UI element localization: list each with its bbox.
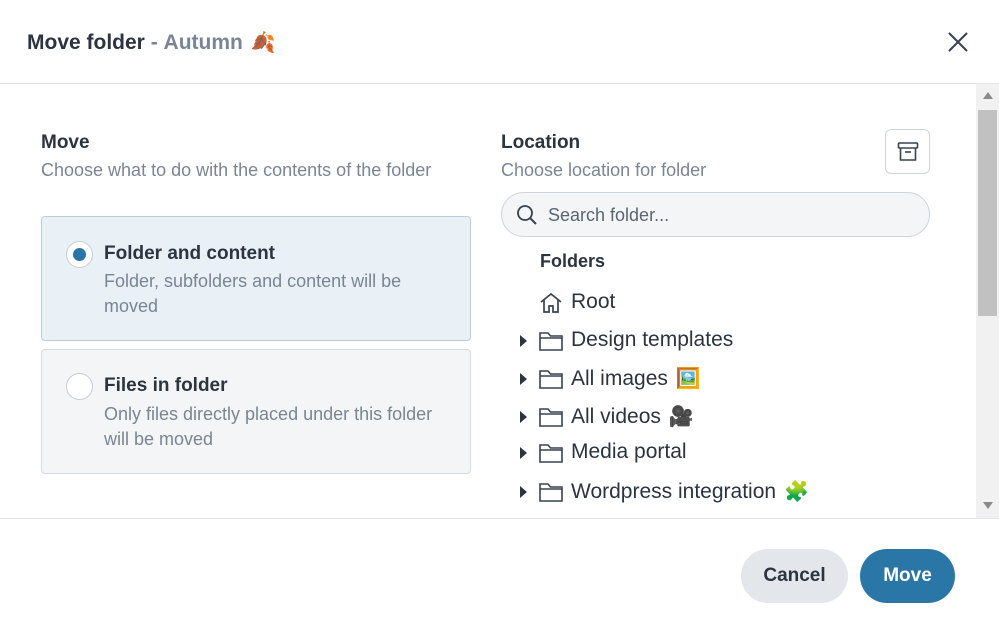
folder-icon [539,444,563,463]
radio-folder-and-content[interactable] [66,241,93,268]
tree-item-label: Wordpress integration [571,480,777,503]
tree-item-label-wrap: All videos 🎥 [571,404,694,429]
expand-caret-icon[interactable] [520,486,527,498]
dialog-footer [0,518,999,630]
expand-caret-icon[interactable] [520,335,527,347]
folder-icon [539,408,563,427]
tree-item-label-wrap: All images 🖼️ [571,366,701,391]
tree-item-design-templates[interactable]: Design templates [510,326,960,356]
tree-item-all-videos[interactable]: All videos 🎥 [510,402,960,432]
option-files-in-folder[interactable]: Files in folder Only files directly plac… [41,349,471,474]
tree-item-label: Root [571,290,616,313]
cancel-button[interactable]: Cancel [741,549,848,603]
folder-icon [539,370,563,389]
home-icon [540,292,562,313]
folders-heading: Folders [540,251,606,271]
folder-name: Autumn [163,30,243,54]
dialog-title-text: Move folder [27,30,145,54]
tree-item-all-images[interactable]: All images 🖼️ [510,364,960,394]
close-icon [948,32,968,52]
tree-item-wordpress-integration[interactable]: Wordpress integration 🧩 [510,477,960,507]
framed-picture-emoji-icon: 🖼️ [675,368,701,390]
tree-item-label: All videos [571,405,661,428]
scroll-up-arrow-icon[interactable] [983,92,993,99]
tree-item-root[interactable]: Root [510,288,960,318]
folder-icon [539,332,563,351]
tree-item-label-wrap: Wordpress integration 🧩 [571,479,809,504]
expand-caret-icon[interactable] [520,447,527,459]
tree-item-label: Media portal [571,440,687,463]
tree-item-label: Design templates [571,328,734,351]
dialog-title: Move folder - Autumn 🍂 [27,30,276,55]
search-icon [517,205,537,225]
search-folder-field[interactable] [501,192,930,237]
puzzle-piece-emoji-icon: 🧩 [784,481,809,503]
location-description: Choose location for folder [501,160,707,180]
scroll-down-arrow-icon[interactable] [983,502,993,509]
move-description: Choose what to do with the contents of t… [41,160,432,180]
move-button[interactable]: Move [860,549,955,603]
dialog-title-separator: - [144,30,164,54]
video-camera-emoji-icon: 🎥 [668,406,694,428]
archive-icon [897,142,919,161]
scrollbar-thumb[interactable] [978,110,997,316]
tree-item-label: All images [571,367,668,390]
option-description: Only files directly placed under this fo… [104,404,433,449]
leaf-emoji-icon: 🍂 [250,32,276,54]
option-description: Folder, subfolders and content will be m… [104,271,402,316]
close-button[interactable] [943,27,973,57]
location-label: Location [501,132,581,153]
folder-icon [539,483,563,502]
dialog-header: Move folder - Autumn 🍂 [0,0,999,84]
radio-files-in-folder[interactable] [66,373,93,400]
option-title: Files in folder [104,375,228,396]
option-folder-and-content[interactable]: Folder and content Folder, subfolders an… [41,216,471,341]
option-title: Folder and content [104,243,275,264]
search-folder-input[interactable] [548,201,918,229]
tree-item-media-portal[interactable]: Media portal [510,438,960,468]
archive-button[interactable] [885,129,930,174]
move-label: Move [41,132,90,153]
expand-caret-icon[interactable] [520,411,527,423]
expand-caret-icon[interactable] [520,373,527,385]
